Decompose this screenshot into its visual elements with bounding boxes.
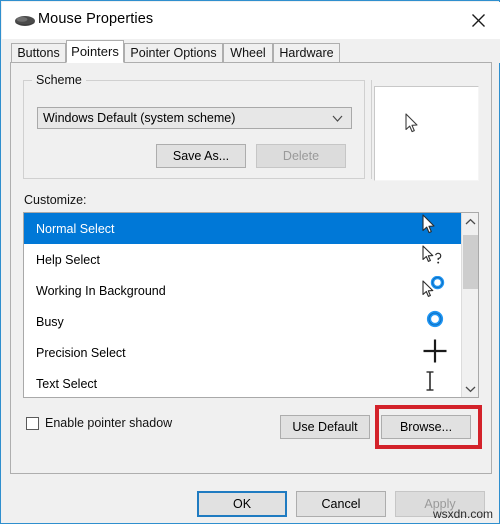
browse-label: Browse... (399, 420, 453, 434)
delete-button[interactable]: Delete (256, 144, 346, 168)
close-icon[interactable] (456, 2, 500, 38)
list-item-precision-select[interactable]: Precision Select (24, 337, 462, 368)
list-item-label: Busy (36, 314, 64, 329)
scheme-combobox[interactable]: Windows Default (system scheme) (37, 107, 352, 129)
list-item-label: Help Select (36, 252, 100, 267)
enable-pointer-shadow-checkbox[interactable]: Enable pointer shadow (26, 416, 172, 430)
tab-label: Pointers (71, 44, 119, 59)
checkbox-box (26, 416, 39, 430)
enable-pointer-shadow-label: Enable pointer shadow (45, 416, 173, 430)
tab-buttons[interactable]: Buttons (11, 43, 66, 63)
arrow-cursor-icon (422, 213, 448, 244)
list-item-working-in-background[interactable]: Working In Background (24, 275, 462, 306)
crosshair-cursor-icon (422, 338, 448, 368)
pointer-list-scrollbar[interactable] (461, 213, 478, 397)
window-title: Mouse Properties (38, 11, 154, 27)
ok-button[interactable]: OK (197, 491, 287, 517)
title-bar: Mouse Properties (2, 2, 500, 39)
chevron-up-icon[interactable] (462, 213, 478, 230)
tab-label: Buttons (17, 46, 60, 60)
list-item-normal-select[interactable]: Normal Select (24, 213, 462, 244)
pointer-list[interactable]: Normal Select Help Select Working In Bac… (23, 212, 479, 398)
tab-strip: Buttons Pointers Pointer Options Wheel H… (2, 39, 500, 63)
list-item-busy[interactable]: Busy (24, 306, 462, 337)
preview-separator (371, 80, 372, 179)
scheme-combobox-value: Windows Default (system scheme) (43, 111, 236, 125)
save-as-label: Save As... (172, 149, 230, 163)
mouse-properties-window: Mouse Properties Buttons Pointers Pointe… (0, 0, 500, 524)
scheme-group-label: Scheme (32, 73, 86, 87)
cancel-button[interactable]: Cancel (296, 491, 386, 517)
arrow-ring-cursor-icon (422, 275, 448, 306)
watermark: wsxdn.com (432, 507, 493, 521)
use-default-label: Use Default (292, 420, 358, 434)
tab-label: Hardware (279, 46, 334, 60)
list-item-label: Text Select (36, 376, 98, 391)
tab-label: Pointer Options (130, 46, 217, 60)
chevron-down-icon (331, 112, 344, 128)
tab-wheel[interactable]: Wheel (223, 43, 273, 63)
cancel-label: Cancel (321, 497, 361, 511)
pointer-list-inner: Normal Select Help Select Working In Bac… (24, 213, 462, 397)
chevron-down-icon[interactable] (462, 380, 478, 397)
use-default-button[interactable]: Use Default (280, 415, 370, 439)
customize-label: Customize: (24, 193, 87, 207)
list-item-help-select[interactable]: Help Select (24, 244, 462, 275)
mouse-icon (14, 14, 36, 28)
arrow-question-cursor-icon (422, 244, 448, 275)
ibeam-cursor-icon (422, 369, 448, 398)
list-item-label: Normal Select (36, 221, 115, 236)
tab-hardware[interactable]: Hardware (273, 43, 340, 63)
list-item-label: Precision Select (36, 345, 126, 360)
pointer-preview-box (374, 86, 479, 181)
ok-label: OK (232, 497, 252, 511)
browse-button[interactable]: Browse... (381, 415, 471, 439)
save-as-button[interactable]: Save As... (156, 144, 246, 168)
scrollbar-thumb[interactable] (463, 235, 478, 289)
list-item-text-select[interactable]: Text Select (24, 368, 462, 398)
ring-cursor-icon (422, 307, 448, 337)
tab-pointers[interactable]: Pointers (66, 40, 124, 63)
list-item-label: Working In Background (36, 283, 166, 298)
delete-label: Delete (282, 149, 320, 163)
arrow-cursor-icon (405, 113, 421, 138)
tab-pointer-options[interactable]: Pointer Options (124, 43, 223, 63)
tab-label: Wheel (230, 46, 266, 60)
